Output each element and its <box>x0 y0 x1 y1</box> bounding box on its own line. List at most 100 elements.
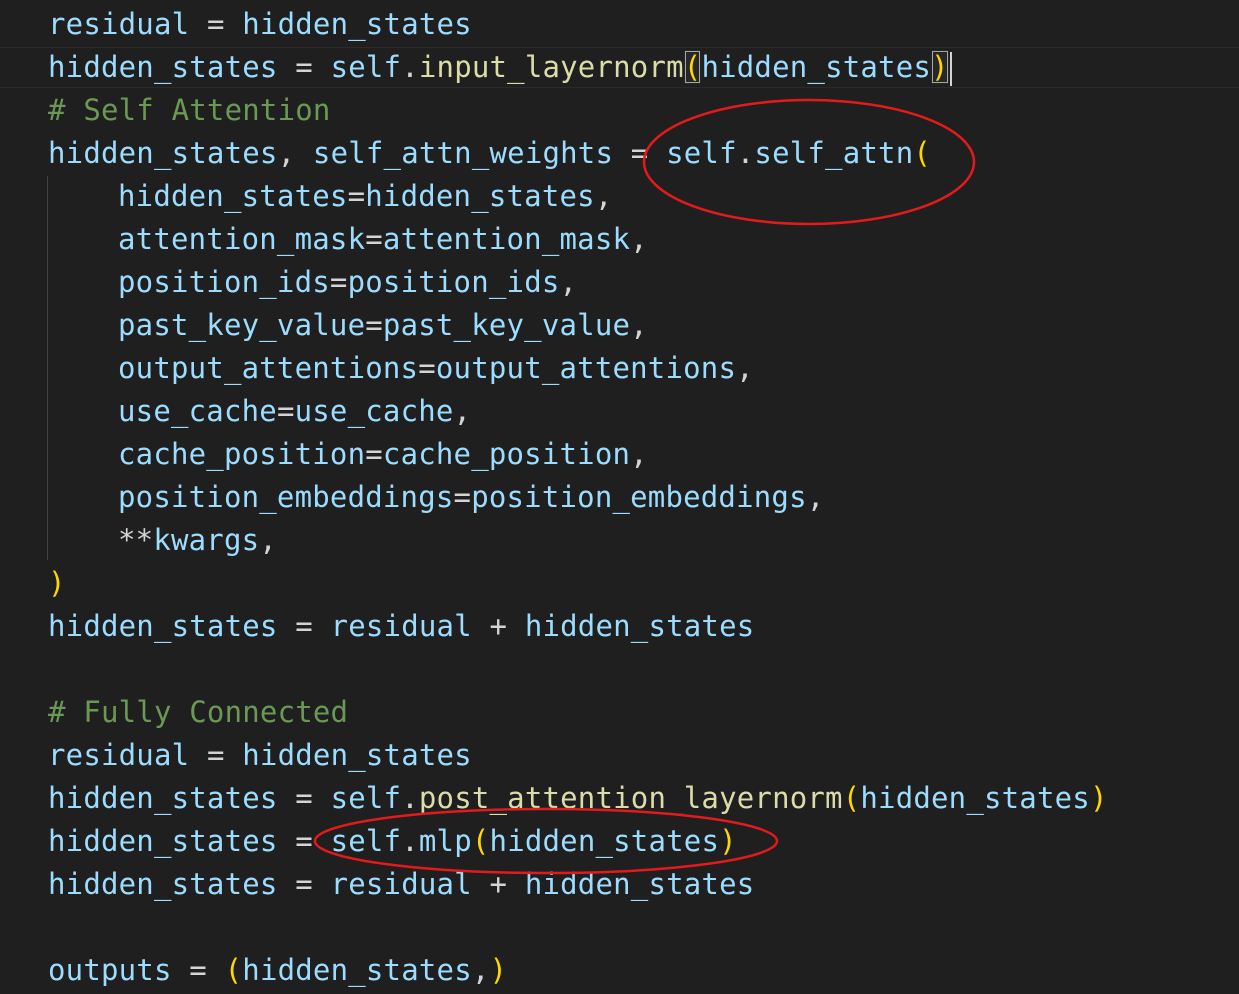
code-token: = <box>189 7 243 41</box>
code-line[interactable]: hidden_states = self.input_layernorm(hid… <box>48 46 1108 89</box>
code-token: = <box>277 781 331 815</box>
code-token: position_ids <box>347 265 560 299</box>
code-token: = <box>189 738 243 772</box>
code-token: residual <box>48 7 190 41</box>
code-token: = <box>277 867 331 901</box>
code-token: = <box>277 609 331 643</box>
code-token: hidden_states <box>701 50 932 84</box>
code-token: hidden_states <box>524 867 755 901</box>
code-editor[interactable]: residual = hidden_states hidden_states = … <box>0 0 1239 994</box>
code-token: hidden_states <box>242 953 472 987</box>
code-line[interactable]: residual = hidden_states <box>48 3 1108 46</box>
code-line[interactable]: ​ <box>48 648 1108 691</box>
code-token: hidden_states <box>48 781 278 815</box>
code-token: = <box>365 308 383 342</box>
code-block[interactable]: residual = hidden_states hidden_states = … <box>48 3 1108 992</box>
code-token: past_key_value <box>118 308 366 342</box>
text-cursor <box>949 52 952 86</box>
code-line[interactable]: # Self Attention <box>48 89 1108 132</box>
code-line[interactable]: hidden_states = residual + hidden_states <box>48 863 1108 906</box>
code-token: hidden_states <box>48 50 278 84</box>
code-token: hidden_states <box>48 867 278 901</box>
code-line[interactable]: ) <box>48 562 1108 605</box>
code-token: = <box>418 351 436 385</box>
code-token: , <box>806 480 825 514</box>
code-token: . <box>401 824 419 858</box>
code-line[interactable]: # Fully Connected <box>48 691 1108 734</box>
code-line[interactable]: output_attentions=output_attentions, <box>48 347 1108 390</box>
code-line[interactable]: use_cache=use_cache, <box>48 390 1108 433</box>
code-token: + <box>471 609 525 643</box>
code-line[interactable]: position_embeddings=position_embeddings, <box>48 476 1108 519</box>
code-token: = <box>365 222 383 256</box>
code-token: past_key_value <box>382 308 631 342</box>
code-token: ( <box>683 50 702 84</box>
code-token: self_attn_weights <box>312 136 614 170</box>
code-token: attention_mask <box>118 222 366 256</box>
code-token: cache_position <box>118 437 366 471</box>
code-token: use_cache <box>294 394 454 428</box>
code-token: , <box>594 179 613 213</box>
code-line[interactable]: hidden_states, self_attn_weights = self.… <box>48 132 1108 175</box>
code-token: = <box>329 265 348 299</box>
code-token: ) <box>719 824 737 858</box>
code-token: self <box>330 824 402 858</box>
code-token: = <box>453 480 472 514</box>
code-token: . <box>401 781 419 815</box>
code-token: ** <box>118 523 154 557</box>
code-token: = <box>277 824 331 858</box>
code-token: ( <box>913 136 932 170</box>
code-token: residual <box>330 609 472 643</box>
code-line[interactable]: ​ <box>48 906 1108 949</box>
code-line[interactable]: hidden_states=hidden_states, <box>48 175 1108 218</box>
code-line[interactable]: hidden_states = self.post_attention_laye… <box>48 777 1108 820</box>
code-token: , <box>630 222 648 256</box>
code-token: hidden_states <box>489 824 720 858</box>
code-token: hidden_states <box>524 609 755 643</box>
code-token: residual <box>330 867 472 901</box>
code-line[interactable]: hidden_states = residual + hidden_states <box>48 605 1108 648</box>
code-line[interactable]: hidden_states = self.mlp(hidden_states) <box>48 820 1108 863</box>
code-token: hidden_states <box>860 781 1090 815</box>
code-token: , <box>559 265 578 299</box>
code-token: self <box>666 136 737 170</box>
code-token: self <box>330 781 402 815</box>
code-token: position_embeddings <box>118 480 454 514</box>
code-token: # Self Attention <box>48 93 331 127</box>
code-token: ( <box>224 953 243 987</box>
code-line[interactable]: position_ids=position_ids, <box>48 261 1108 304</box>
code-token: cache_position <box>382 437 631 471</box>
code-line[interactable]: outputs = (hidden_states,) <box>48 949 1108 992</box>
code-token: . <box>736 136 755 170</box>
code-token: , <box>453 394 472 428</box>
code-token: , <box>259 523 277 557</box>
code-token: . <box>401 50 419 84</box>
code-token: hidden_states <box>365 179 595 213</box>
code-line[interactable]: attention_mask=attention_mask, <box>48 218 1108 261</box>
code-token: hidden_states <box>242 738 472 772</box>
code-line[interactable]: residual = hidden_states <box>48 734 1108 777</box>
code-token: ( <box>471 824 490 858</box>
code-token: input_layernorm <box>418 50 684 84</box>
code-token: # Fully Connected <box>48 695 349 729</box>
code-line[interactable]: past_key_value=past_key_value, <box>48 304 1108 347</box>
code-token: hidden_states <box>118 179 348 213</box>
code-token: hidden_states <box>48 824 278 858</box>
code-token: ) <box>931 50 949 84</box>
code-token: attention_mask <box>382 222 631 256</box>
code-token: = <box>277 50 331 84</box>
code-line[interactable]: **kwargs, <box>48 519 1108 562</box>
code-token: hidden_states <box>48 136 278 170</box>
code-token: hidden_states <box>242 7 472 41</box>
code-token: position_embeddings <box>471 480 807 514</box>
code-token: kwargs <box>153 523 260 557</box>
code-line[interactable]: cache_position=cache_position, <box>48 433 1108 476</box>
code-token: self <box>330 50 402 84</box>
code-token: , <box>277 136 313 170</box>
code-token: ( <box>842 781 861 815</box>
code-token: = <box>613 136 667 170</box>
code-token: , <box>630 308 648 342</box>
code-token: ) <box>1089 781 1108 815</box>
code-token: use_cache <box>118 394 277 428</box>
code-token: ) <box>48 566 66 600</box>
